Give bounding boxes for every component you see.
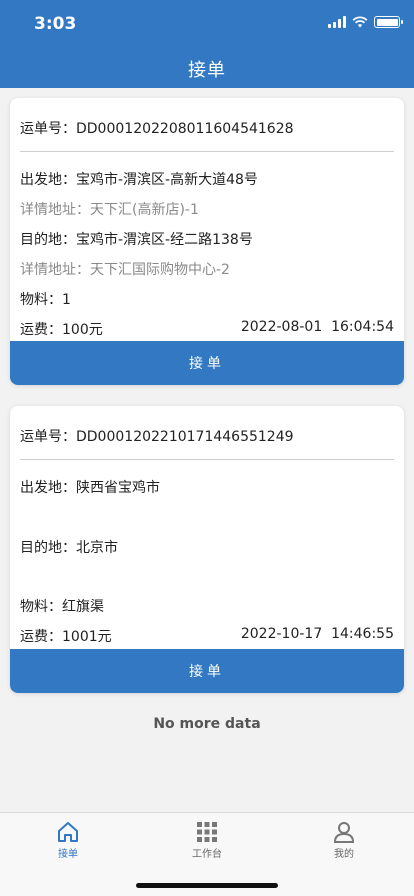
- tab-bar: 接单 工作台 我的: [0, 812, 414, 896]
- destination-label: 目的地：: [20, 232, 76, 248]
- app-header: 3:03 接单: [0, 0, 414, 88]
- destination-detail-row: 详情地址：天下汇国际购物中心-2: [20, 259, 394, 279]
- destination-label: 目的地：: [20, 540, 76, 556]
- destination-row: 目的地：宝鸡市-渭滨区-经二路138号: [20, 229, 394, 249]
- origin-row: 出发地：宝鸡市-渭滨区-高新大道48号: [20, 169, 394, 189]
- order-card[interactable]: 运单号：DD0001202210171446551249 出发地：陕西省宝鸡市 …: [10, 406, 404, 693]
- destination-detail-value: 天下汇国际购物中心-2: [90, 262, 230, 278]
- destination-value: 宝鸡市-渭滨区-经二路138号: [76, 232, 253, 248]
- tab-orders[interactable]: 接单: [28, 821, 108, 860]
- signal-icon: [328, 16, 346, 28]
- status-bar: 3:03: [0, 0, 414, 44]
- material-label: 物料：: [20, 292, 62, 308]
- waybill-number: DD0001202210171446551249: [76, 429, 294, 445]
- accept-order-button[interactable]: 接单: [10, 341, 404, 385]
- tab-label: 我的: [334, 849, 354, 860]
- battery-icon: [374, 16, 403, 28]
- order-datetime: 2022-08-01 16:04:54: [240, 319, 394, 335]
- tab-label: 工作台: [192, 849, 222, 860]
- waybill-row: 运单号：DD0001202208011604541628: [20, 118, 394, 138]
- fee-row: 运费：1001元: [20, 626, 112, 646]
- material-row: 物料：1: [20, 289, 394, 309]
- tab-label: 接单: [58, 849, 78, 860]
- divider: [20, 459, 394, 460]
- material-row: 物料：红旗渠: [20, 596, 394, 616]
- home-icon: [58, 822, 78, 842]
- fee-row: 运费：100元: [20, 319, 103, 339]
- tab-workbench[interactable]: 工作台: [167, 821, 247, 860]
- destination-value: 北京市: [76, 540, 118, 556]
- material-value: 1: [62, 292, 71, 308]
- origin-detail-label: 详情地址：: [20, 202, 90, 218]
- origin-label: 出发地：: [20, 172, 76, 188]
- person-icon: [333, 822, 355, 843]
- order-datetime: 2022-10-17 14:46:55: [240, 626, 394, 642]
- divider: [20, 151, 394, 152]
- fee-label: 运费：: [20, 322, 62, 338]
- grid-icon: [197, 822, 217, 842]
- destination-detail-label: 详情地址：: [20, 262, 90, 278]
- waybill-label: 运单号：: [20, 429, 76, 445]
- origin-label: 出发地：: [20, 480, 76, 496]
- material-value: 红旗渠: [62, 599, 104, 615]
- origin-detail-value: 天下汇(高新店)-1: [90, 202, 199, 218]
- material-label: 物料：: [20, 599, 62, 615]
- tab-profile[interactable]: 我的: [304, 821, 384, 860]
- destination-row: 目的地：北京市: [20, 537, 394, 557]
- status-time: 3:03: [34, 14, 77, 34]
- no-more-data-text: No more data: [153, 716, 261, 732]
- origin-detail-row: 详情地址：天下汇(高新店)-1: [20, 199, 394, 219]
- waybill-number: DD0001202208011604541628: [76, 121, 294, 137]
- origin-row: 出发地：陕西省宝鸡市: [20, 477, 394, 497]
- origin-value: 陕西省宝鸡市: [76, 480, 160, 496]
- order-card[interactable]: 运单号：DD0001202208011604541628 出发地：宝鸡市-渭滨区…: [10, 98, 404, 385]
- fee-value: 1001元: [62, 629, 112, 645]
- home-indicator: [136, 883, 278, 888]
- page-title: 接单: [188, 60, 226, 81]
- accept-order-button[interactable]: 接单: [10, 649, 404, 693]
- origin-value: 宝鸡市-渭滨区-高新大道48号: [76, 172, 258, 188]
- wifi-icon: [352, 16, 368, 28]
- fee-label: 运费：: [20, 629, 62, 645]
- waybill-row: 运单号：DD0001202210171446551249: [20, 426, 394, 446]
- waybill-label: 运单号：: [20, 121, 76, 137]
- fee-value: 100元: [62, 322, 103, 338]
- status-icons: [328, 16, 403, 28]
